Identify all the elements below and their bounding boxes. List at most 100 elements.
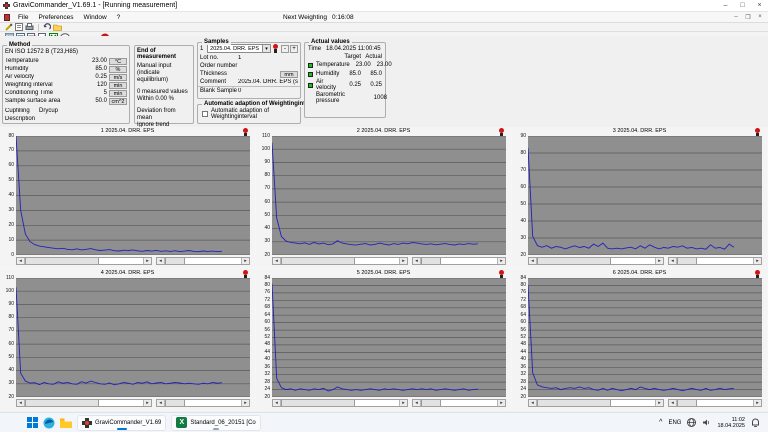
scroll-right-icon[interactable]: ▸ [241,400,249,406]
scroll-right-icon[interactable]: ▸ [497,258,505,264]
menu-item-window[interactable]: Window [79,14,112,21]
scrollbar-track[interactable] [441,258,497,264]
child-restore-button[interactable]: ❐ [742,12,754,22]
sample-select[interactable]: 2025.04. DRR. EPS [207,44,263,53]
chart-pan-scrollbar[interactable]: ◂▸ [668,257,762,265]
sample-minus-button[interactable]: - [281,45,289,53]
taskbar-app-excel[interactable]: X Standard_06_20151 [Co [171,415,260,431]
scroll-left-icon[interactable]: ◂ [17,258,25,264]
taskbar-app-gravicommander[interactable]: GraviCommander_V1.69 [77,415,166,431]
child-minimize-button[interactable]: – [730,12,742,22]
chart-title: 3 2025.04. DRR. EPS [512,128,767,134]
scrollbar-track[interactable] [355,258,399,264]
scroll-left-icon[interactable]: ◂ [157,400,165,406]
scroll-left-icon[interactable]: ◂ [529,258,537,264]
sample-select-dropdown-icon[interactable]: ▾ [263,44,271,53]
scrollbar-thumb[interactable] [281,258,355,264]
speaker-icon[interactable] [702,418,711,427]
scroll-right-icon[interactable]: ▸ [753,400,761,406]
child-close-button[interactable]: × [754,12,766,22]
scroll-right-icon[interactable]: ▸ [399,400,407,406]
chart-zoom-scrollbar[interactable]: ◂▸ [528,399,664,407]
scroll-right-icon[interactable]: ▸ [655,258,663,264]
scrollbar-thumb[interactable] [421,400,441,406]
scrollbar-track[interactable] [185,258,241,264]
undo-icon[interactable] [43,23,51,31]
maximize-button[interactable]: □ [734,0,751,11]
sample-plus-button[interactable]: + [290,45,298,53]
actual-value-label: Temperature [316,62,350,69]
scrollbar-track[interactable] [185,400,241,406]
notes-icon[interactable] [15,23,23,31]
scroll-left-icon[interactable]: ◂ [157,258,165,264]
close-button[interactable]: × [751,0,768,11]
network-globe-icon[interactable] [687,418,696,427]
scroll-left-icon[interactable]: ◂ [273,258,281,264]
scrollbar-track[interactable] [99,258,143,264]
scrollbar-track[interactable] [697,400,753,406]
scroll-right-icon[interactable]: ▸ [143,400,151,406]
sample-alarm-icon[interactable] [273,44,278,53]
chart-zoom-scrollbar[interactable]: ◂▸ [272,257,408,265]
scrollbar-track[interactable] [611,258,655,264]
scrollbar-thumb[interactable] [165,258,185,264]
scrollbar-thumb[interactable] [537,400,611,406]
scrollbar-thumb[interactable] [677,400,697,406]
scrollbar-thumb[interactable] [421,258,441,264]
scrollbar-track[interactable] [697,258,753,264]
scroll-left-icon[interactable]: ◂ [669,258,677,264]
scroll-right-icon[interactable]: ▸ [143,258,151,264]
chart-pan-scrollbar[interactable]: ◂▸ [412,257,506,265]
scrollbar-track[interactable] [611,400,655,406]
start-button-icon[interactable] [26,417,38,429]
minimize-button[interactable]: – [717,0,734,11]
tray-language[interactable]: ENG [668,420,681,426]
chart-zoom-scrollbar[interactable]: ◂▸ [528,257,664,265]
chart-pan-scrollbar[interactable]: ◂▸ [156,399,250,407]
scrollbar-track[interactable] [355,400,399,406]
y-axis-tick-label: 72 [513,298,526,303]
scrollbar-thumb[interactable] [537,258,611,264]
edit-pencil-icon[interactable] [5,23,13,31]
open-folder-icon[interactable] [53,23,62,31]
menu-item-preferences[interactable]: Preferences [33,14,78,21]
scroll-left-icon[interactable]: ◂ [413,400,421,406]
next-weighting-value: 0:16:08 [332,14,354,21]
chart-zoom-scrollbar[interactable]: ◂▸ [16,257,152,265]
notification-bell-icon[interactable] [751,418,760,428]
chart-zoom-scrollbar[interactable]: ◂▸ [272,399,408,407]
scroll-left-icon[interactable]: ◂ [413,258,421,264]
scroll-right-icon[interactable]: ▸ [655,400,663,406]
scrollbar-thumb[interactable] [25,258,99,264]
chart-title: 6 2025.04. DRR. EPS [512,270,767,276]
method-field-value: 85.0 [85,66,109,72]
clock[interactable]: 11:02 18.04.2025 [717,417,745,429]
menu-item-?[interactable]: ? [112,14,126,21]
scroll-left-icon[interactable]: ◂ [273,400,281,406]
print-icon[interactable] [25,23,34,31]
file-explorer-icon[interactable] [60,417,72,429]
chart-zoom-scrollbar[interactable]: ◂▸ [16,399,152,407]
scroll-right-icon[interactable]: ▸ [753,258,761,264]
scroll-left-icon[interactable]: ◂ [529,400,537,406]
scrollbar-thumb[interactable] [165,400,185,406]
scroll-left-icon[interactable]: ◂ [17,400,25,406]
scrollbar-thumb[interactable] [677,258,697,264]
chart-pan-scrollbar[interactable]: ◂▸ [156,257,250,265]
scrollbar-track[interactable] [99,400,143,406]
edge-browser-icon[interactable] [43,417,55,429]
menu-item-file[interactable]: File [13,14,33,21]
chart-pan-scrollbar[interactable]: ◂▸ [412,399,506,407]
scroll-right-icon[interactable]: ▸ [241,258,249,264]
scroll-right-icon[interactable]: ▸ [399,258,407,264]
tray-chevron-icon[interactable]: ^ [659,419,662,426]
chart-pan-scrollbar[interactable]: ◂▸ [668,399,762,407]
scrollbar-thumb[interactable] [281,400,355,406]
scrollbar-track[interactable] [441,400,497,406]
scroll-left-icon[interactable]: ◂ [669,400,677,406]
y-axis-tick-label: 40 [513,219,526,224]
auto-adaption-checkbox[interactable] [202,111,208,117]
mdi-document-icon[interactable] [4,14,10,21]
scrollbar-thumb[interactable] [25,400,99,406]
scroll-right-icon[interactable]: ▸ [497,400,505,406]
